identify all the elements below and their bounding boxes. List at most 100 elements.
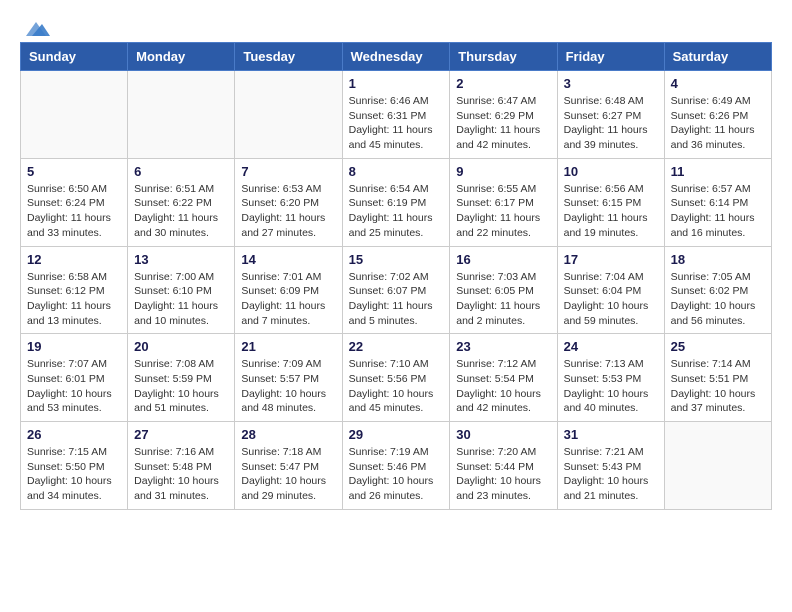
day-number-18: 18 [671,252,765,267]
day-number-29: 29 [349,427,444,442]
day-cell-14: 14 Sunrise: 7:01 AM Sunset: 6:09 PM Dayli… [235,246,342,334]
day-info-19: Sunrise: 7:07 AM Sunset: 6:01 PM Dayligh… [27,357,121,416]
day-cell-8: 8Sunrise: 6:54 AM Sunset: 6:19 PM Daylig… [342,158,450,246]
week-row-5: 26Sunrise: 7:15 AM Sunset: 5:50 PM Dayli… [21,422,772,510]
weekday-header-tuesday: Tuesday [235,43,342,71]
day-cell-11: 11 Sunrise: 6:57 AM Sunset: 6:14 PM Dayli… [664,158,771,246]
day-info-10: Sunrise: 6:56 AM Sunset: 6:15 PM Dayligh… [564,182,658,241]
day-cell-29: 29 Sunrise: 7:19 AM Sunset: 5:46 PM Dayli… [342,422,450,510]
day-info-30: Sunrise: 7:20 AM Sunset: 5:44 PM Dayligh… [456,445,550,504]
day-info-20: Sunrise: 7:08 AM Sunset: 5:59 PM Dayligh… [134,357,228,416]
week-row-2: 5 Sunrise: 6:50 AM Sunset: 6:24 PM Daylig… [21,158,772,246]
day-number-15: 15 [349,252,444,267]
day-cell-18: 18 Sunrise: 7:05 AM Sunset: 6:02 PM Dayli… [664,246,771,334]
week-row-4: 19 Sunrise: 7:07 AM Sunset: 6:01 PM Dayli… [21,334,772,422]
day-cell-27: 27 Sunrise: 7:16 AM Sunset: 5:48 PM Dayli… [128,422,235,510]
day-cell-2: 2 Sunrise: 6:47 AM Sunset: 6:29 PM Daylig… [450,71,557,159]
logo [20,20,52,32]
day-info-4: Sunrise: 6:49 AM Sunset: 6:26 PM Dayligh… [671,94,765,153]
day-number-4: 4 [671,76,765,91]
day-info-14: Sunrise: 7:01 AM Sunset: 6:09 PM Dayligh… [241,270,335,329]
day-info-5: Sunrise: 6:50 AM Sunset: 6:24 PM Dayligh… [27,182,121,241]
day-cell-24: 24 Sunrise: 7:13 AM Sunset: 5:53 PM Dayli… [557,334,664,422]
day-info-1: Sunrise: 6:46 AM Sunset: 6:31 PM Dayligh… [349,94,444,153]
day-info-12: Sunrise: 6:58 AM Sunset: 6:12 PM Dayligh… [27,270,121,329]
day-number-26: 26 [27,427,121,442]
day-cell-6: 6Sunrise: 6:51 AM Sunset: 6:22 PM Daylig… [128,158,235,246]
page-header [20,20,772,32]
day-number-14: 14 [241,252,335,267]
day-number-22: 22 [349,339,444,354]
day-number-31: 31 [564,427,658,442]
day-cell-15: 15 Sunrise: 7:02 AM Sunset: 6:07 PM Dayli… [342,246,450,334]
day-info-24: Sunrise: 7:13 AM Sunset: 5:53 PM Dayligh… [564,357,658,416]
day-cell-3: 3Sunrise: 6:48 AM Sunset: 6:27 PM Daylig… [557,71,664,159]
empty-cell [664,422,771,510]
day-number-3: 3 [564,76,658,91]
day-info-2: Sunrise: 6:47 AM Sunset: 6:29 PM Dayligh… [456,94,550,153]
day-info-31: Sunrise: 7:21 AM Sunset: 5:43 PM Dayligh… [564,445,658,504]
empty-cell [21,71,128,159]
day-cell-10: 10 Sunrise: 6:56 AM Sunset: 6:15 PM Dayli… [557,158,664,246]
day-cell-25: 25Sunrise: 7:14 AM Sunset: 5:51 PM Dayli… [664,334,771,422]
day-number-30: 30 [456,427,550,442]
day-cell-22: 22 Sunrise: 7:10 AM Sunset: 5:56 PM Dayli… [342,334,450,422]
day-number-2: 2 [456,76,550,91]
day-info-28: Sunrise: 7:18 AM Sunset: 5:47 PM Dayligh… [241,445,335,504]
week-row-1: 1 Sunrise: 6:46 AM Sunset: 6:31 PM Daylig… [21,71,772,159]
day-info-22: Sunrise: 7:10 AM Sunset: 5:56 PM Dayligh… [349,357,444,416]
day-info-11: Sunrise: 6:57 AM Sunset: 6:14 PM Dayligh… [671,182,765,241]
day-number-17: 17 [564,252,658,267]
weekday-header-sunday: Sunday [21,43,128,71]
day-number-19: 19 [27,339,121,354]
day-number-1: 1 [349,76,444,91]
day-number-28: 28 [241,427,335,442]
day-number-23: 23 [456,339,550,354]
day-cell-7: 7 Sunrise: 6:53 AM Sunset: 6:20 PM Daylig… [235,158,342,246]
day-info-27: Sunrise: 7:16 AM Sunset: 5:48 PM Dayligh… [134,445,228,504]
weekday-header-friday: Friday [557,43,664,71]
day-number-27: 27 [134,427,228,442]
day-cell-12: 12 Sunrise: 6:58 AM Sunset: 6:12 PM Dayli… [21,246,128,334]
day-cell-19: 19 Sunrise: 7:07 AM Sunset: 6:01 PM Dayli… [21,334,128,422]
day-number-10: 10 [564,164,658,179]
day-number-9: 9 [456,164,550,179]
day-number-24: 24 [564,339,658,354]
day-cell-26: 26Sunrise: 7:15 AM Sunset: 5:50 PM Dayli… [21,422,128,510]
day-cell-30: 30 Sunrise: 7:20 AM Sunset: 5:44 PM Dayli… [450,422,557,510]
day-number-16: 16 [456,252,550,267]
day-number-21: 21 [241,339,335,354]
day-number-25: 25 [671,339,765,354]
day-info-18: Sunrise: 7:05 AM Sunset: 6:02 PM Dayligh… [671,270,765,329]
weekday-header-wednesday: Wednesday [342,43,450,71]
empty-cell [235,71,342,159]
day-cell-5: 5 Sunrise: 6:50 AM Sunset: 6:24 PM Daylig… [21,158,128,246]
day-info-23: Sunrise: 7:12 AM Sunset: 5:54 PM Dayligh… [456,357,550,416]
day-number-13: 13 [134,252,228,267]
empty-cell [128,71,235,159]
day-info-9: Sunrise: 6:55 AM Sunset: 6:17 PM Dayligh… [456,182,550,241]
weekday-header-row: SundayMondayTuesdayWednesdayThursdayFrid… [21,43,772,71]
day-cell-4: 4 Sunrise: 6:49 AM Sunset: 6:26 PM Daylig… [664,71,771,159]
calendar-table: SundayMondayTuesdayWednesdayThursdayFrid… [20,42,772,510]
week-row-3: 12 Sunrise: 6:58 AM Sunset: 6:12 PM Dayli… [21,246,772,334]
day-info-6: Sunrise: 6:51 AM Sunset: 6:22 PM Dayligh… [134,182,228,241]
day-info-7: Sunrise: 6:53 AM Sunset: 6:20 PM Dayligh… [241,182,335,241]
day-number-7: 7 [241,164,335,179]
day-number-5: 5 [27,164,121,179]
day-cell-9: 9 Sunrise: 6:55 AM Sunset: 6:17 PM Daylig… [450,158,557,246]
day-info-29: Sunrise: 7:19 AM Sunset: 5:46 PM Dayligh… [349,445,444,504]
weekday-header-monday: Monday [128,43,235,71]
day-number-20: 20 [134,339,228,354]
day-cell-23: 23 Sunrise: 7:12 AM Sunset: 5:54 PM Dayli… [450,334,557,422]
weekday-header-thursday: Thursday [450,43,557,71]
day-number-8: 8 [349,164,444,179]
day-cell-17: 17 Sunrise: 7:04 AM Sunset: 6:04 PM Dayli… [557,246,664,334]
day-number-11: 11 [671,164,765,179]
logo-icon [22,20,50,38]
day-info-15: Sunrise: 7:02 AM Sunset: 6:07 PM Dayligh… [349,270,444,329]
day-cell-28: 28 Sunrise: 7:18 AM Sunset: 5:47 PM Dayli… [235,422,342,510]
day-info-13: Sunrise: 7:00 AM Sunset: 6:10 PM Dayligh… [134,270,228,329]
day-number-12: 12 [27,252,121,267]
day-info-17: Sunrise: 7:04 AM Sunset: 6:04 PM Dayligh… [564,270,658,329]
